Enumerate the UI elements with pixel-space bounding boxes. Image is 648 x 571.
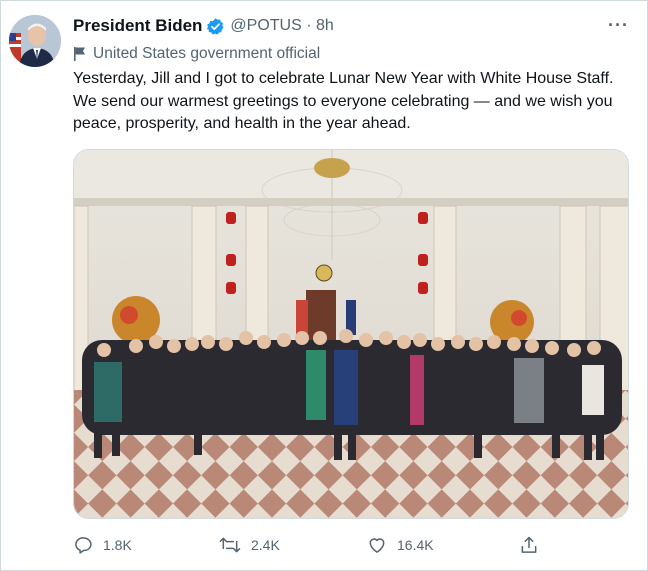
tweet-header: President Biden @POTUS · 8h: [73, 15, 334, 37]
reply-icon: [75, 537, 92, 554]
reply-count: 1.8K: [103, 537, 132, 553]
tweet-photo[interactable]: [73, 149, 629, 519]
retweet-button[interactable]: 2.4K: [219, 533, 280, 557]
flag-icon: [74, 47, 85, 61]
verified-badge-icon: [206, 17, 225, 36]
government-label: United States government official: [73, 43, 320, 65]
tweet-actions: 1.8K 2.4K 16.4K: [73, 533, 543, 557]
government-label-text: United States government official: [93, 45, 321, 62]
retweet-icon: [219, 537, 241, 553]
avatar[interactable]: [9, 15, 61, 67]
more-options-button[interactable]: ···: [608, 15, 629, 36]
reply-button[interactable]: 1.8K: [73, 533, 132, 557]
share-icon: [521, 536, 537, 553]
avatar-image: [9, 15, 61, 67]
author-name[interactable]: President Biden: [73, 16, 202, 36]
tweet-card[interactable]: President Biden @POTUS · 8h ··· United S…: [0, 0, 648, 571]
retweet-count: 2.4K: [251, 537, 280, 553]
like-count: 16.4K: [397, 537, 434, 553]
like-button[interactable]: 16.4K: [367, 533, 434, 557]
heart-icon: [369, 538, 385, 553]
group-photo-image: [74, 150, 628, 518]
tweet-text: Yesterday, Jill and I got to celebrate L…: [73, 70, 614, 132]
handle-and-time[interactable]: @POTUS · 8h: [230, 17, 333, 35]
share-button[interactable]: [519, 533, 549, 557]
